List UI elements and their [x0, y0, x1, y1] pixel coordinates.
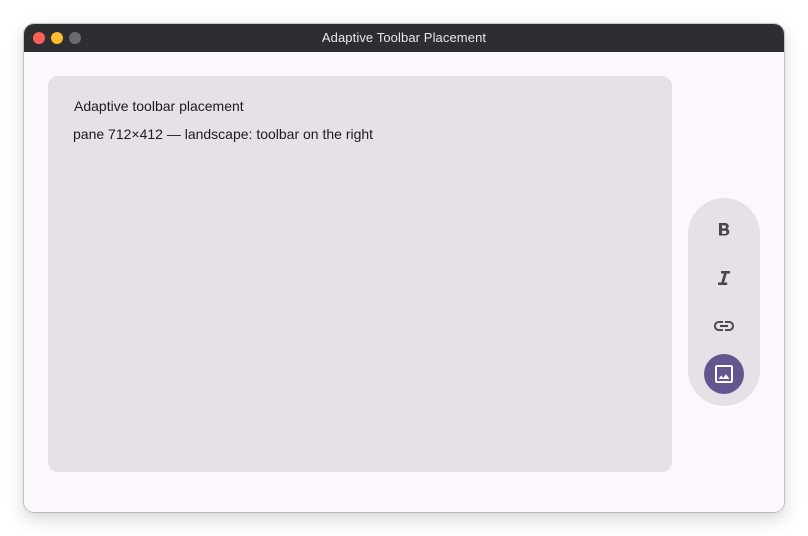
app-window: Adaptive Toolbar Placement Adaptive tool… [24, 24, 784, 512]
italic-icon [712, 266, 736, 290]
link-button[interactable] [704, 306, 744, 346]
floating-toolbar [688, 198, 760, 406]
window-title: Adaptive Toolbar Placement [321, 30, 487, 45]
bold-icon [712, 218, 736, 242]
content-pane: Adaptive toolbar placement pane 712×412 … [48, 76, 672, 472]
pane-title: Adaptive toolbar placement [74, 98, 244, 114]
image-icon [712, 362, 736, 386]
pane-info-text: pane 712×412 — landscape: toolbar on the… [73, 126, 374, 142]
title-bar[interactable]: Adaptive Toolbar Placement [24, 24, 784, 52]
bold-button[interactable] [704, 210, 744, 250]
image-button[interactable] [704, 354, 744, 394]
window-content: Adaptive toolbar placement pane 712×412 … [24, 52, 784, 512]
link-icon [712, 314, 736, 338]
italic-button[interactable] [704, 258, 744, 298]
